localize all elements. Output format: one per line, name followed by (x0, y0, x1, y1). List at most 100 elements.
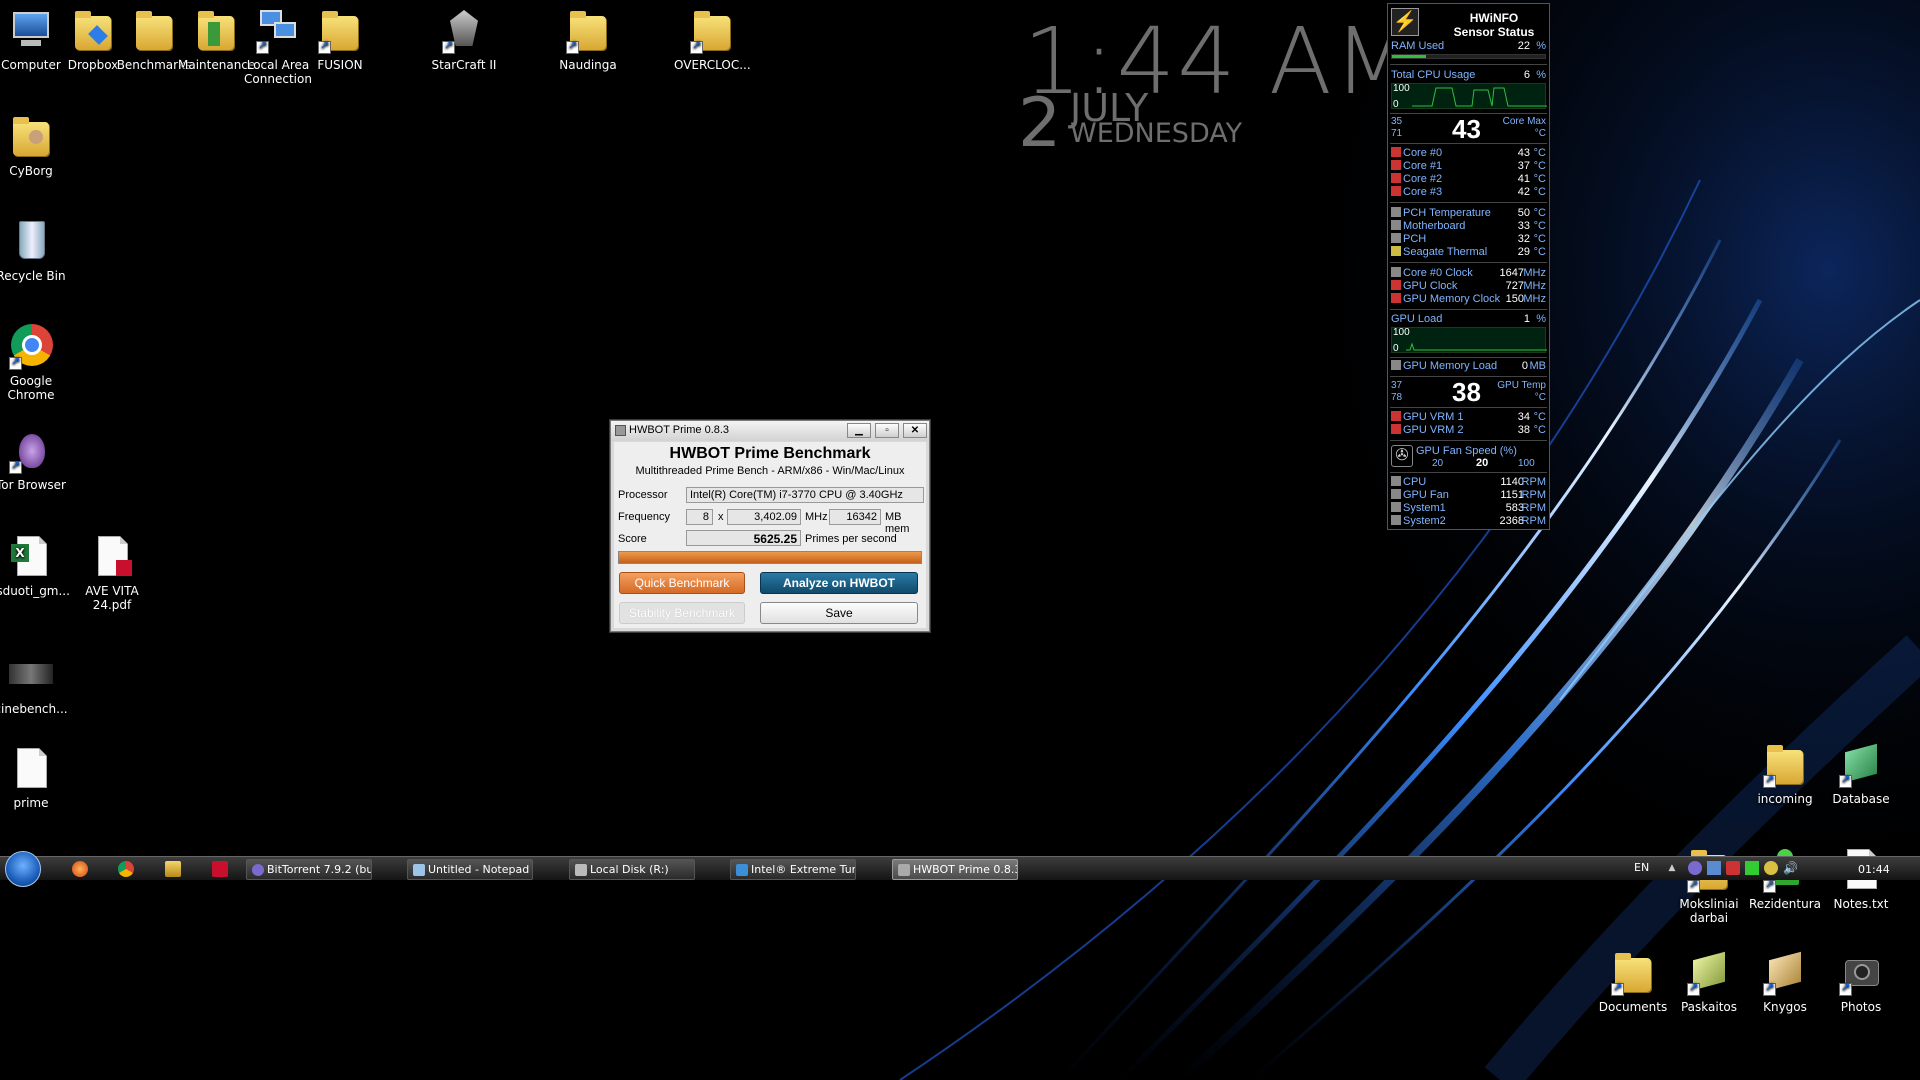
blank-file-icon (7, 744, 55, 792)
desktop-icon-isduoti[interactable]: X isduoti_gm... (0, 532, 70, 598)
explorer-icon[interactable] (165, 861, 181, 877)
hw-ram-value: 22 (1517, 40, 1530, 52)
desktop-icon-naudinga[interactable]: Naudinga (550, 6, 626, 72)
book-icon (1761, 948, 1809, 996)
minimize-button[interactable]: ▁ (847, 423, 871, 438)
acrobat-icon[interactable] (212, 861, 228, 877)
bittorrent-tray-icon[interactable] (1688, 861, 1702, 875)
desktop-icon-starcraft[interactable]: StarCraft II (426, 6, 502, 72)
hwbot-subheading: Multithreaded Prime Bench - ARM/x86 - Wi… (635, 465, 905, 477)
desktop-icon-incoming[interactable]: incoming (1747, 740, 1823, 806)
hw-core0-row: Core #0 43 °C (1391, 147, 1546, 160)
taskbar-button-notepad[interactable]: Untitled - Notepad (407, 859, 533, 880)
desktop-icon-knygos[interactable]: Knygos (1747, 948, 1823, 1014)
network-icon (254, 6, 302, 54)
desktop-icon-recycle-bin[interactable]: Recycle Bin (0, 217, 69, 283)
threads-field: 8 (686, 509, 713, 525)
hw-fan-label: GPU Fan Speed (%) (1416, 445, 1517, 457)
desktop-icon-photos[interactable]: Photos (1823, 948, 1899, 1014)
chrome-icon (7, 322, 55, 370)
language-indicator[interactable]: EN (1634, 861, 1649, 874)
desktop-icon-paskaitos[interactable]: Paskaitos (1671, 948, 1747, 1014)
hw-fan-max: 100 (1518, 458, 1535, 469)
desktop-icon-cyborg[interactable]: CyBorg (0, 112, 69, 178)
desktop-icon-ave-vita-pdf[interactable]: AVE VITA 24.pdf (74, 532, 150, 612)
hw-ram-unit: % (1536, 40, 1546, 52)
times-sign: x (718, 511, 724, 523)
taskbar-button-bittorrent[interactable]: BitTorrent 7.9.2 (buil... (246, 859, 372, 880)
score-unit: Primes per second (805, 533, 897, 545)
stability-benchmark-button[interactable]: Stability Benchmark (619, 602, 745, 624)
desktop-icon-cinebench[interactable]: cinebench... (0, 650, 69, 716)
hw-fan-min: 20 (1432, 458, 1444, 469)
firefox-icon[interactable] (72, 861, 88, 877)
desktop-icon-overclocking[interactable]: OVERCLOC... (674, 6, 751, 72)
app-icon (615, 425, 626, 436)
hw-gpu-temp-label: GPU Temp (1497, 380, 1546, 391)
hw-core-max-big: 43 (1452, 114, 1481, 144)
tray-clock[interactable]: 01:44 (1858, 863, 1890, 876)
folder-icon (1609, 948, 1657, 996)
desktop-icon-documents[interactable]: Documents (1595, 948, 1671, 1014)
desktop-icon-prime[interactable]: prime (0, 744, 69, 810)
desktop-icon-database[interactable]: Database (1823, 740, 1899, 806)
frequency-field: 3,402.09 (727, 509, 801, 525)
desktop-icon-fusion[interactable]: FUSION (302, 6, 378, 72)
hw-core-clock-row: Core #0 Clock 1647 MHz (1391, 267, 1546, 280)
volume-icon[interactable]: 🔊 (1783, 861, 1798, 875)
network-tray-icon[interactable] (1707, 861, 1721, 875)
save-button[interactable]: Save (760, 602, 918, 624)
chrome-icon[interactable] (118, 861, 134, 877)
close-button[interactable]: ✕ (903, 423, 927, 438)
quick-benchmark-button[interactable]: Quick Benchmark (619, 572, 745, 594)
hw-core-max: 71 (1391, 128, 1403, 139)
hw-core-unit: °C (1534, 128, 1546, 139)
tor-onion-icon (7, 426, 55, 474)
hw-gpu-mem-load-row: GPU Memory Load 0 MB (1391, 360, 1546, 373)
hw-gpu-temp-min: 37 (1391, 380, 1403, 391)
folder-icon (1761, 740, 1809, 788)
hw-gpu-load-row: GPU Load 1% (1391, 313, 1546, 325)
book-icon (1685, 948, 1733, 996)
hw-ram-bar-fill (1392, 55, 1426, 58)
hw-pch-row: PCH 32 °C (1391, 233, 1546, 246)
folder-icon (130, 6, 178, 54)
hw-fan-icon: ✇ (1391, 445, 1413, 467)
hwinfo-gadget[interactable]: ⚡ HWiNFO Sensor Status RAM Used 22 % Tot… (1387, 3, 1550, 530)
taskbar-button-local-disk[interactable]: Local Disk (R:) (569, 859, 695, 880)
hwbot-titlebar[interactable]: HWBOT Prime 0.8.3 ▁ ▫ ✕ (611, 421, 929, 441)
hw-ram-label: RAM Used (1391, 40, 1445, 52)
hw-cpu-value: 6 (1523, 69, 1530, 81)
excel-file-icon: X (7, 532, 55, 580)
monitor-tray-icon[interactable] (1745, 861, 1759, 875)
book-icon (1837, 740, 1885, 788)
hw-seagate-row: Seagate Thermal 29 °C (1391, 246, 1546, 259)
hw-pch-temp-row: PCH Temperature 50 °C (1391, 207, 1546, 220)
folder-icon (688, 6, 736, 54)
desktop-icon-tor-browser[interactable]: Tor Browser (0, 426, 69, 492)
folder-icon (316, 6, 364, 54)
hwbot-window[interactable]: HWBOT Prime 0.8.3 ▁ ▫ ✕ HWBOT Prime Benc… (610, 420, 930, 632)
hwinfo-logo-icon: ⚡ (1391, 8, 1419, 36)
hw-gpu-clock-row: GPU Clock 727 MHz (1391, 280, 1546, 293)
benchmark-progress-bar (618, 551, 922, 564)
taskbar-button-intel-xtu[interactable]: Intel® Extreme Tuni... (730, 859, 856, 880)
hwinfo-title: HWiNFO (1469, 11, 1519, 25)
maximize-button[interactable]: ▫ (875, 423, 899, 438)
hw-core2-row: Core #2 41 °C (1391, 173, 1546, 186)
hw-cpu-graph: 100 0 (1391, 83, 1547, 110)
security-tray-icon[interactable] (1764, 861, 1778, 875)
taskbar-button-hwbot[interactable]: HWBOT Prime 0.8.3 (892, 859, 1018, 880)
benchmark-progress-fill (619, 552, 921, 563)
tray-expand-icon[interactable]: ▲ (1665, 861, 1679, 875)
starcraft-icon (440, 6, 488, 54)
hwinfo-tray-icon[interactable] (1726, 861, 1740, 875)
clock-weekday: WEDNESDAY (1070, 118, 1243, 149)
processor-field: Intel(R) Core(TM) i7-3770 CPU @ 3.40GHz (686, 487, 924, 503)
hw-vrm1-row: GPU VRM 1 34 °C (1391, 411, 1546, 424)
start-button[interactable] (5, 851, 41, 887)
recycle-bin-icon (7, 217, 55, 265)
desktop-icon-google-chrome[interactable]: Google Chrome (0, 322, 69, 402)
analyze-on-hwbot-button[interactable]: Analyze on HWBOT (760, 572, 918, 594)
folder-icon (564, 6, 612, 54)
